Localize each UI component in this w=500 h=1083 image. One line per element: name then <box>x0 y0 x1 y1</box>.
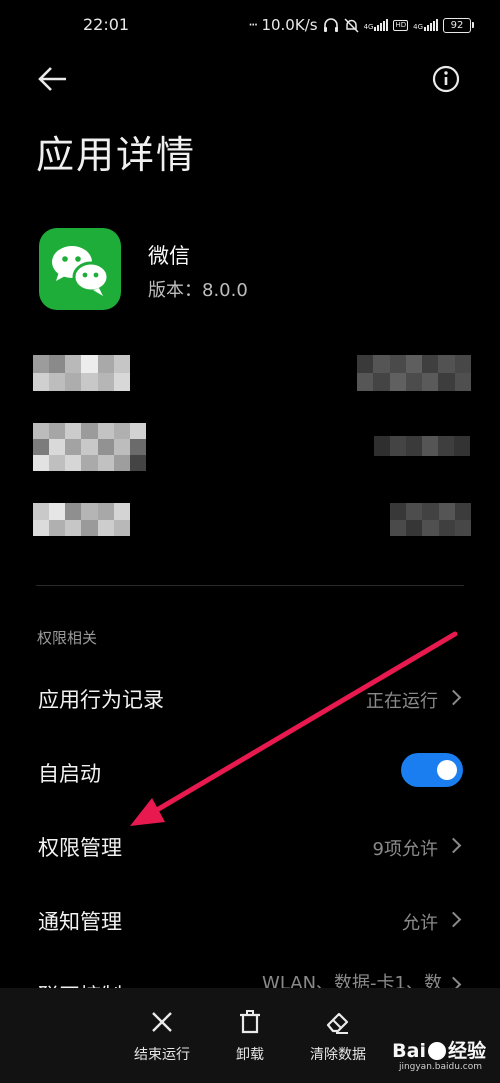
action-label: 卸载 <box>236 1047 264 1063</box>
watermark-url: jingyan.baidu.com <box>398 1062 482 1072</box>
watermark-brand-end: 经验 <box>447 1040 486 1062</box>
annotation-arrow <box>130 631 458 826</box>
action-label: 清除数据 <box>310 1047 366 1063</box>
close-icon <box>152 1012 172 1032</box>
clear-data-button[interactable]: 清除数据 <box>288 988 388 1064</box>
eraser-icon <box>326 1012 349 1034</box>
watermark-brand: Bai <box>392 1040 426 1062</box>
trash-icon <box>240 1010 260 1034</box>
paw-icon <box>427 1042 446 1060</box>
force-stop-button[interactable]: 结束运行 <box>112 988 212 1064</box>
uninstall-button[interactable]: 卸载 <box>200 988 300 1064</box>
action-label: 结束运行 <box>134 1047 190 1063</box>
baidu-watermark: Bai 经验 <box>392 1036 486 1063</box>
